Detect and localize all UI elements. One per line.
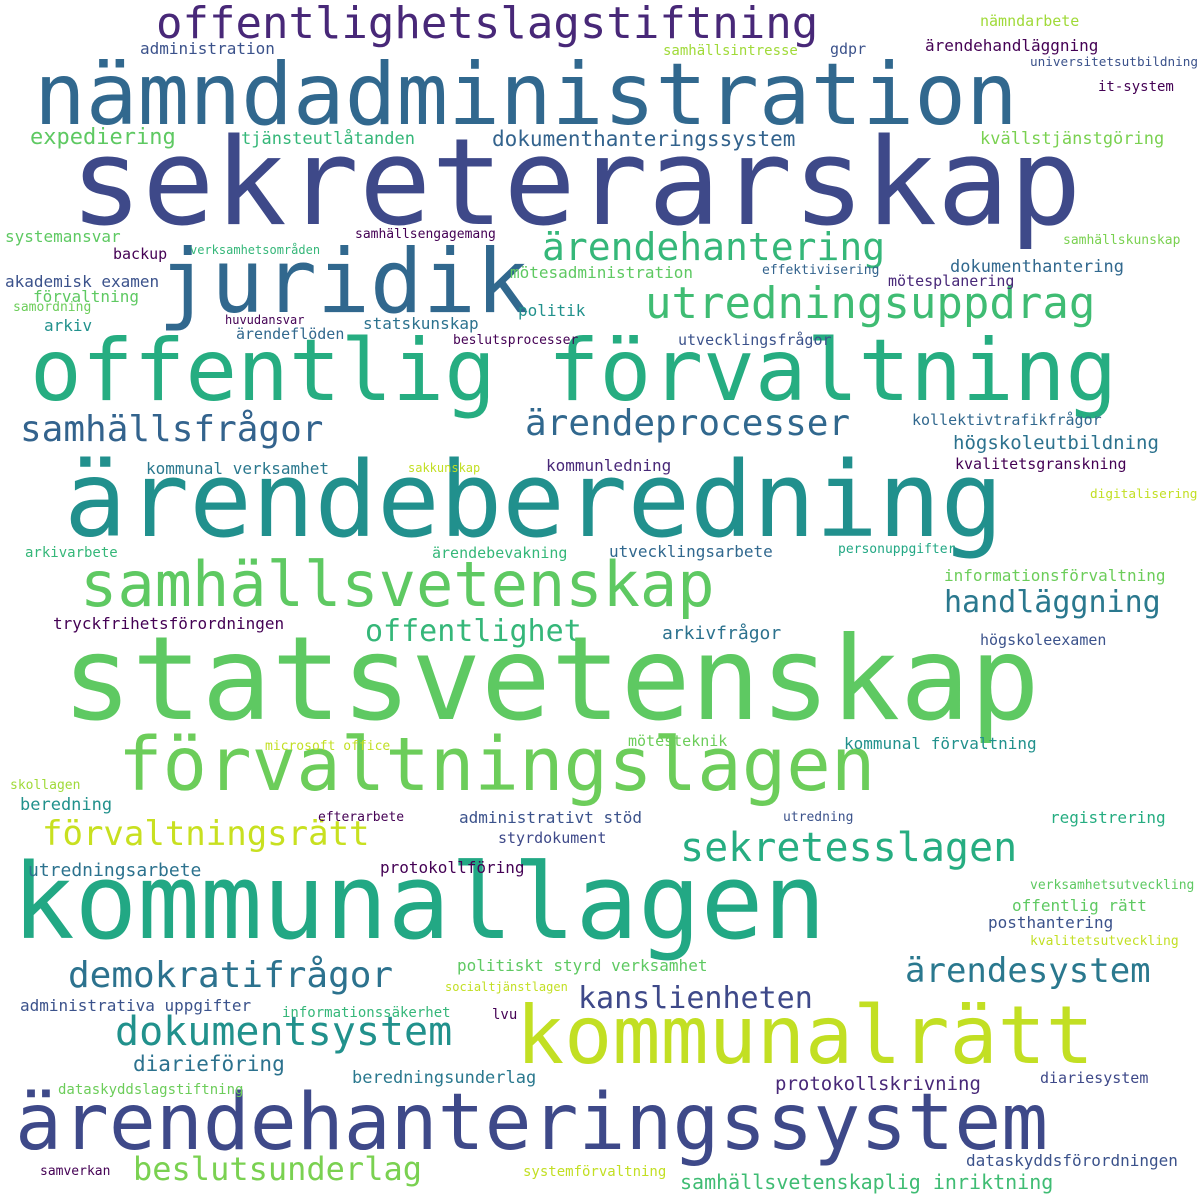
word: politik [518,301,586,320]
word: verksamhetsutveckling [1030,878,1195,893]
word: administrativa uppgifter [20,996,252,1015]
word: kvällstjänstgöring [980,129,1165,149]
word: personuppgifter [838,542,956,557]
word: kvalitetsgranskning [955,455,1127,473]
word: mötesteknik [628,732,728,750]
word: arkivfrågor [662,623,782,644]
word: offentlig rätt [1012,896,1147,915]
word: ärendeprocesser [525,403,851,444]
word: samhällskunskap [1063,233,1181,248]
word: effektivisering [762,263,880,278]
word: ärendehantering [542,225,886,269]
word: diarieföring [133,1052,285,1076]
word: mötesplanering [888,272,1015,290]
word: backup [113,245,168,263]
word: posthantering [988,913,1114,932]
word: statsvetenskap [62,612,1040,747]
word: sakkunskap [408,461,481,475]
word: socialtjänstlagen [445,980,568,994]
word: universitetsutbildning [1030,54,1199,69]
word: utredningsuppdrag [645,278,1096,329]
word: protokollskrivning [775,1073,981,1095]
word: informationsförvaltning [944,566,1166,585]
word-cloud: offentlighetslagstiftning nämndadministr… [0,0,1200,1200]
word: samhällsvetenskaplig inriktning [680,1170,1054,1194]
word: beredning [20,795,113,815]
word: samordning [13,300,92,315]
word: ärendesystem [905,951,1151,991]
word: efterarbete [318,810,405,825]
word: utvecklingsfrågor [678,331,832,349]
word: protokollföring [380,858,525,877]
word: systemförvaltning [523,1164,667,1180]
word: arkiv [44,316,93,335]
word: diariesystem [1040,1069,1149,1087]
word: kommunal verksamhet [146,459,330,478]
word: beslutsprocesser [453,333,579,348]
word: kommunalrätt [516,989,1094,1082]
word: administrativt stöd [459,808,643,827]
word: utredningsarbete [28,860,202,881]
word: dokumenthanteringssystem [492,127,796,151]
word: styrdokument [498,829,607,847]
word: arkivarbete [25,545,118,561]
word: gdpr [830,40,867,58]
word: kommunledning [546,456,672,475]
word: informationssäkerhet [282,1005,451,1021]
word: tjänsteutlåtanden [241,129,415,149]
word: systemansvar [5,227,121,246]
word: verksamhetsområden [190,243,321,257]
word: skollagen [10,778,81,793]
word: microsoft office [265,739,391,754]
word: digitalisering [1090,487,1198,502]
word: mötesadministration [510,263,694,282]
word: utvecklingsarbete [609,542,773,561]
word: samverkan [40,1164,111,1179]
word: högskoleexamen [980,631,1107,649]
word: kommunal förvaltning [844,734,1037,753]
word: högskoleutbildning [953,432,1159,454]
word: expediering [30,125,176,150]
word: statskunskap [363,314,479,333]
word: ärendebevakning [432,544,568,562]
word: dataskyddsförordningen [966,1151,1178,1170]
word: samhällsengagemang [355,227,496,242]
word: beredningsunderlag [352,1068,537,1088]
word: it-system [1098,79,1174,95]
word: ärendehandläggning [925,36,1099,55]
word: kvalitetsutveckling [1030,934,1179,949]
word: utredning [783,810,854,825]
word: lvu [492,1007,518,1023]
word: samhällsvetenskap [80,548,715,621]
word: demokratifrågor [68,955,394,996]
word: kollektivtrafikfrågor [912,411,1102,429]
word: dataskyddslagstiftning [58,1082,244,1098]
word: registrering [1050,808,1166,827]
word: beslutsunderlag [133,1150,422,1188]
word: förvaltningslagen [118,722,876,808]
word: ärendeflöden [236,325,345,343]
word: politiskt styrd verksamhet [457,956,708,975]
word: samhällsintresse [663,43,798,59]
word: administration [140,39,275,58]
word: nämndarbete [980,12,1080,30]
word: tryckfrihetsförordningen [53,614,285,633]
